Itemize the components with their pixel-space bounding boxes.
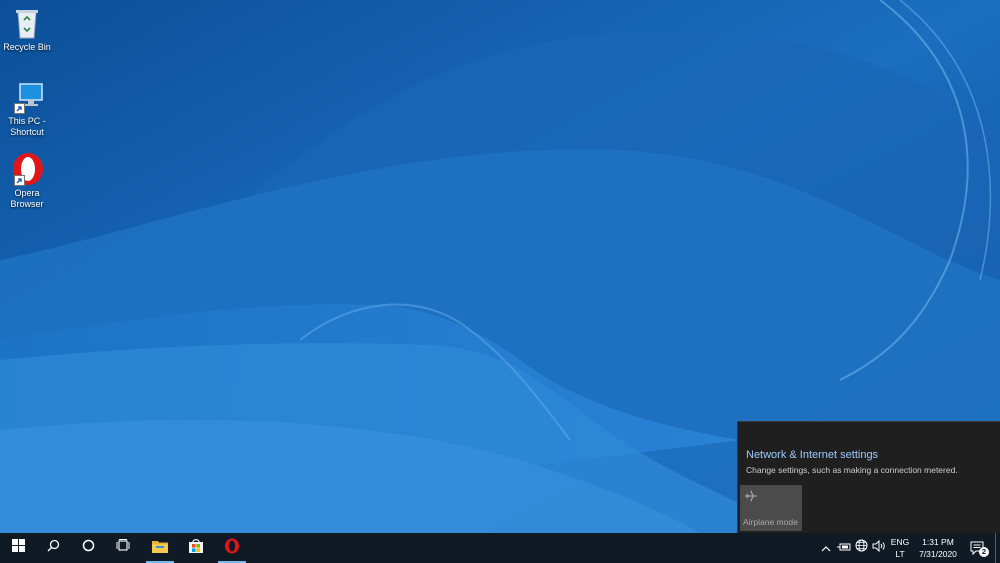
airplane-icon xyxy=(744,489,758,508)
action-center-button[interactable]: 2 xyxy=(966,533,990,563)
airplane-mode-tile[interactable]: Airplane mode xyxy=(740,485,802,531)
airplane-mode-label: Airplane mode xyxy=(743,517,798,527)
desktop-icon-label-line2: Shortcut xyxy=(10,127,44,137)
show-hidden-icons-button[interactable] xyxy=(818,533,834,563)
power-plug-icon xyxy=(837,539,851,557)
speaker-icon xyxy=(872,539,886,557)
show-desktop-button[interactable] xyxy=(995,533,1000,563)
taskbar: ENG LT 1:31 PM 7/31/2020 2 xyxy=(0,533,1000,563)
network-settings-description: Change settings, such as making a connec… xyxy=(746,465,958,475)
language-code: ENG xyxy=(890,537,910,547)
keyboard-layout-code: LT xyxy=(895,549,905,559)
network-flyout: Network & Internet settings Change setti… xyxy=(737,421,1000,533)
start-button[interactable] xyxy=(1,533,35,563)
opera-icon xyxy=(224,538,240,559)
task-view-button[interactable] xyxy=(106,533,140,563)
search-icon xyxy=(47,539,60,557)
tray-power-button[interactable] xyxy=(836,533,852,563)
taskbar-microsoft-store[interactable] xyxy=(179,533,213,563)
input-language-indicator[interactable]: ENG LT xyxy=(889,533,911,563)
desktop-icon-this-pc[interactable]: This PC - Shortcut xyxy=(2,80,52,138)
cortana-icon xyxy=(82,539,95,557)
recycle-bin-icon xyxy=(10,6,44,40)
clock[interactable]: 1:31 PM 7/31/2020 xyxy=(912,533,964,563)
search-button[interactable] xyxy=(36,533,70,563)
globe-icon xyxy=(855,539,868,557)
opera-icon xyxy=(10,152,44,186)
cortana-button[interactable] xyxy=(71,533,105,563)
clock-date: 7/31/2020 xyxy=(919,549,957,559)
shortcut-arrow-icon xyxy=(14,103,25,114)
taskbar-file-explorer[interactable] xyxy=(143,533,177,563)
desktop-icon-recycle-bin[interactable]: Recycle Bin xyxy=(2,6,52,53)
tray-volume-button[interactable] xyxy=(871,533,887,563)
file-explorer-icon xyxy=(152,539,168,558)
network-settings-link[interactable]: Network & Internet settings xyxy=(746,449,878,461)
taskbar-opera[interactable] xyxy=(215,533,249,563)
desktop-icon-opera[interactable]: Opera Browser xyxy=(2,152,52,210)
microsoft-store-icon xyxy=(188,538,204,558)
desktop-icon-label: This PC - xyxy=(8,116,46,126)
notification-count-badge: 2 xyxy=(979,547,989,557)
desktop-icon-label: Opera xyxy=(14,188,40,198)
windows-start-icon xyxy=(11,539,25,557)
tray-network-button[interactable] xyxy=(853,533,869,563)
desktop-icon-label-line2: Browser xyxy=(10,199,44,209)
computer-icon xyxy=(10,80,44,114)
task-view-icon xyxy=(116,539,130,557)
clock-time: 1:31 PM xyxy=(922,537,954,547)
chevron-up-icon xyxy=(821,539,831,557)
desktop-icon-label: Recycle Bin xyxy=(3,42,51,52)
shortcut-arrow-icon xyxy=(14,175,25,186)
notification-icon: 2 xyxy=(970,540,989,557)
